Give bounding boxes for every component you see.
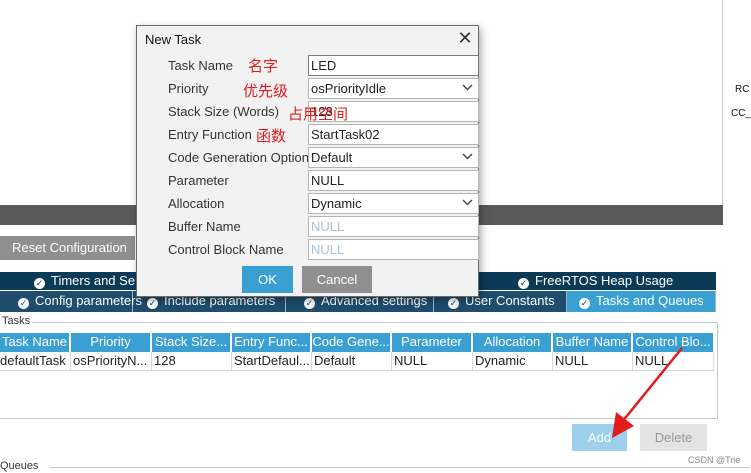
tab-label: Timers and Se xyxy=(51,273,136,288)
tab-timers[interactable]: ✓ Timers and Se xyxy=(34,273,135,289)
check-circle-icon: ✓ xyxy=(518,278,529,289)
column-header-entry-function[interactable]: Entry Func... xyxy=(232,333,311,352)
annotation-task-name: 名字 xyxy=(248,58,279,75)
side-label-rc: RC xyxy=(735,84,750,95)
label-control-block-name: Control Block Name xyxy=(168,242,284,257)
check-circle-icon: ✓ xyxy=(147,298,158,309)
label-allocation: Allocation xyxy=(168,196,225,211)
annotation-priority: 优先级 xyxy=(243,83,289,100)
label-parameter: Parameter xyxy=(168,173,229,188)
buffer-name-input[interactable]: NULL xyxy=(308,216,479,237)
code-generation-value: Default xyxy=(311,150,353,165)
cell-priority: osPriorityN... xyxy=(71,352,152,371)
column-header-stack-size[interactable]: Stack Size... xyxy=(152,333,231,352)
watermark: CSDN @Trie xyxy=(688,455,741,465)
parameter-input[interactable]: NULL xyxy=(308,170,479,191)
queues-group-label: Queues xyxy=(0,460,39,472)
check-circle-icon: ✓ xyxy=(34,278,45,289)
cell-entry-function: StartDefaul... xyxy=(232,352,312,371)
code-generation-select[interactable]: Default xyxy=(308,147,479,168)
column-header-priority[interactable]: Priority xyxy=(71,333,151,352)
label-buffer-name: Buffer Name xyxy=(168,219,241,234)
cell-allocation: Dynamic xyxy=(473,352,553,371)
check-circle-icon: ✓ xyxy=(18,298,29,309)
close-icon[interactable]: ✕ xyxy=(455,28,475,48)
cancel-button[interactable]: Cancel xyxy=(302,266,372,293)
control-block-name-input[interactable]: NULL xyxy=(308,239,479,260)
label-priority: Priority xyxy=(168,81,209,96)
label-stack-size: Stack Size (Words) xyxy=(168,104,280,119)
chevron-down-icon xyxy=(462,84,473,91)
annotation-stack-size: 占用空间 xyxy=(288,106,349,123)
cell-task-name: defaultTask xyxy=(0,352,71,371)
cell-code-generation: Default xyxy=(312,352,392,371)
label-task-name: Task Name xyxy=(168,58,234,73)
task-name-input[interactable]: LED xyxy=(308,55,479,76)
chevron-down-icon xyxy=(462,199,473,206)
tab-label: Config parameters xyxy=(35,293,142,308)
check-circle-icon: ✓ xyxy=(579,298,590,309)
annotation-arrow-icon xyxy=(612,347,683,438)
entry-function-input[interactable]: StartTask02 xyxy=(308,124,479,145)
label-entry-function: Entry Function xyxy=(168,127,252,142)
column-header-allocation[interactable]: Allocation xyxy=(473,333,552,352)
allocation-value: Dynamic xyxy=(311,196,362,211)
dialog-title: New Task xyxy=(145,32,202,47)
column-header-parameter[interactable]: Parameter xyxy=(392,333,472,352)
chevron-down-icon xyxy=(462,153,473,160)
tab-freertos-heap-usage[interactable]: ✓ FreeRTOS Heap Usage xyxy=(518,273,673,289)
priority-select[interactable]: osPriorityIdle xyxy=(308,78,479,99)
tab-label: Tasks and Queues xyxy=(596,293,704,308)
panel-divider xyxy=(722,0,723,205)
side-label-cc: CC_ xyxy=(731,108,751,119)
cell-stack-size: 128 xyxy=(152,352,232,371)
tab-tasks-and-queues[interactable]: ✓ Tasks and Queues xyxy=(567,291,716,312)
queues-group-border xyxy=(50,467,750,468)
allocation-select[interactable]: Dynamic xyxy=(308,193,479,214)
cell-parameter: NULL xyxy=(392,352,473,371)
annotation-entry-function: 函数 xyxy=(256,128,287,145)
reset-configuration-button[interactable]: Reset Configuration xyxy=(0,236,135,260)
tab-label: FreeRTOS Heap Usage xyxy=(535,273,674,288)
label-code-generation-option: Code Generation Option xyxy=(168,150,309,165)
tab-config-parameters[interactable]: ✓ Config parameters xyxy=(0,291,142,312)
column-header-code-generation[interactable]: Code Gene... xyxy=(312,333,391,352)
tasks-group-label: Tasks xyxy=(0,315,33,327)
check-circle-icon: ✓ xyxy=(448,298,459,309)
new-task-dialog: New Task ✕ Task Name LED Priority osPrio… xyxy=(136,25,479,297)
ok-button[interactable]: OK xyxy=(242,266,293,293)
column-header-task-name[interactable]: Task Name xyxy=(0,333,70,352)
check-circle-icon: ✓ xyxy=(304,298,315,309)
priority-value: osPriorityIdle xyxy=(311,81,387,96)
